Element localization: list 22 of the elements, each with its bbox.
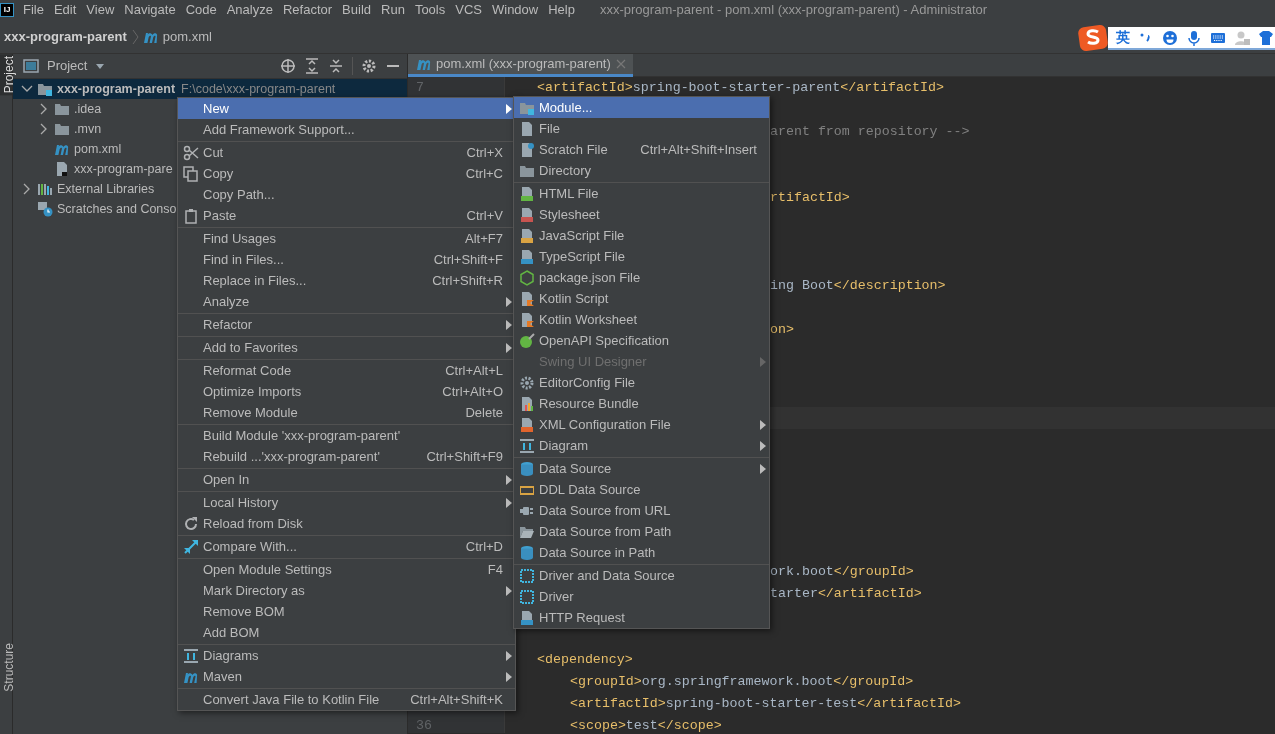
code-line: rtifactId> — [770, 190, 850, 205]
code-line: ork.boot</groupId> — [770, 564, 914, 579]
app-logo: IJ — [0, 3, 14, 17]
tree-path: F:\code\xxx-program-parent — [181, 80, 336, 98]
tree-label: .idea — [74, 100, 102, 118]
code-line: <scope>test</scope> — [570, 718, 722, 733]
code-line: <groupId>org.springframework.boot</groupId> — [570, 674, 914, 689]
tree-label: pom.xml — [74, 140, 122, 158]
code-line: ing Boot</description> — [770, 278, 946, 293]
tree-label: External Libraries — [57, 180, 155, 198]
code-line: <artifactId>spring-boot-starter-parent</artifactId> — [537, 80, 944, 95]
code-line: <artifactId>spring-boot-starter-test</artifactId> — [570, 696, 961, 711]
code-line: arent from repository --> — [770, 124, 970, 139]
window-title: xxx-program-parent - pom.xml (xxx-program-parent) - Administrator — [599, 1, 988, 20]
tab-label: pom.xml (xxx-program-parent) — [436, 55, 611, 74]
tree-label: .mvn — [74, 120, 102, 138]
tree-label: xxx-program-pare — [74, 160, 173, 178]
code-line: on> — [770, 322, 794, 337]
tree-label: Scratches and Conso — [57, 200, 177, 218]
code-line: tarter</artifactId> — [770, 586, 922, 601]
code-line: <dependency> — [537, 652, 633, 667]
tree-label: xxx-program-parent — [57, 80, 176, 98]
